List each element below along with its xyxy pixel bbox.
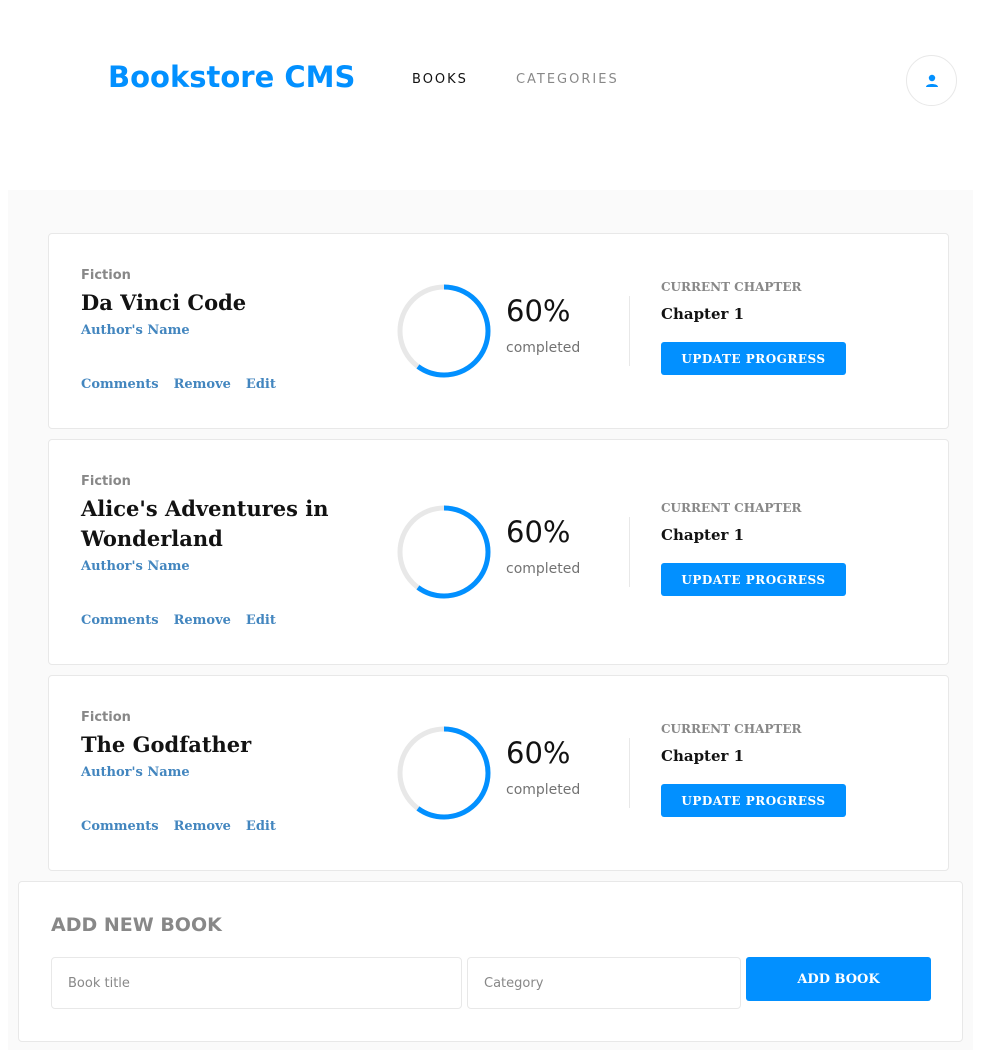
- book-actions: Comments Remove Edit: [81, 819, 276, 834]
- add-book-form: ADD NEW BOOK ADD BOOK: [18, 881, 963, 1042]
- card-divider: [629, 517, 630, 587]
- comments-button[interactable]: Comments: [81, 377, 159, 392]
- update-progress-button[interactable]: UPDATE PROGRESS: [661, 563, 846, 596]
- card-divider: [629, 296, 630, 366]
- book-title: Alice's Adventures in Wonderland: [81, 496, 329, 551]
- book-title: The Godfather: [81, 732, 252, 757]
- book-title-input[interactable]: [51, 957, 462, 1009]
- progress-ring: [397, 505, 491, 599]
- remove-button[interactable]: Remove: [174, 613, 231, 628]
- progress-completed-label: completed: [506, 340, 581, 356]
- progress-percent: 60%: [506, 736, 571, 770]
- book-genre: Fiction: [81, 710, 131, 725]
- edit-button[interactable]: Edit: [246, 377, 276, 392]
- progress-ring: [397, 284, 491, 378]
- book-actions: Comments Remove Edit: [81, 377, 276, 392]
- current-chapter-label: CURRENT CHAPTER: [661, 280, 802, 294]
- comments-button[interactable]: Comments: [81, 819, 159, 834]
- book-author[interactable]: Author's Name: [81, 765, 190, 780]
- current-chapter-value: Chapter 1: [661, 526, 745, 544]
- progress-completed-label: completed: [506, 561, 581, 577]
- remove-button[interactable]: Remove: [174, 819, 231, 834]
- remove-button[interactable]: Remove: [174, 377, 231, 392]
- nav-categories[interactable]: CATEGORIES: [516, 72, 619, 87]
- current-chapter-label: CURRENT CHAPTER: [661, 501, 802, 515]
- progress-percent: 60%: [506, 515, 571, 549]
- page-header: Bookstore CMS BOOKS CATEGORIES: [0, 0, 981, 160]
- edit-button[interactable]: Edit: [246, 819, 276, 834]
- main-nav: BOOKS CATEGORIES: [412, 72, 619, 87]
- app-logo[interactable]: Bookstore CMS: [108, 60, 355, 94]
- book-card: Fiction Da Vinci Code Author's Name Comm…: [48, 233, 949, 429]
- progress-ring: [397, 726, 491, 820]
- progress-percent: 60%: [506, 294, 571, 328]
- nav-books[interactable]: BOOKS: [412, 72, 468, 87]
- user-profile-button[interactable]: [906, 55, 957, 106]
- comments-button[interactable]: Comments: [81, 613, 159, 628]
- progress-completed-label: completed: [506, 782, 581, 798]
- card-divider: [629, 738, 630, 808]
- user-icon: [925, 74, 938, 87]
- book-author[interactable]: Author's Name: [81, 323, 190, 338]
- book-card: Fiction Alice's Adventures in Wonderland…: [48, 439, 949, 665]
- edit-button[interactable]: Edit: [246, 613, 276, 628]
- update-progress-button[interactable]: UPDATE PROGRESS: [661, 342, 846, 375]
- current-chapter-label: CURRENT CHAPTER: [661, 722, 802, 736]
- book-author[interactable]: Author's Name: [81, 559, 190, 574]
- add-book-heading: ADD NEW BOOK: [51, 914, 222, 936]
- book-card: Fiction The Godfather Author's Name Comm…: [48, 675, 949, 871]
- add-book-button[interactable]: ADD BOOK: [746, 957, 931, 1001]
- category-input[interactable]: [467, 957, 741, 1009]
- book-genre: Fiction: [81, 268, 131, 283]
- current-chapter-value: Chapter 1: [661, 747, 745, 765]
- book-title: Da Vinci Code: [81, 290, 247, 315]
- current-chapter-value: Chapter 1: [661, 305, 745, 323]
- book-genre: Fiction: [81, 474, 131, 489]
- book-actions: Comments Remove Edit: [81, 613, 276, 628]
- update-progress-button[interactable]: UPDATE PROGRESS: [661, 784, 846, 817]
